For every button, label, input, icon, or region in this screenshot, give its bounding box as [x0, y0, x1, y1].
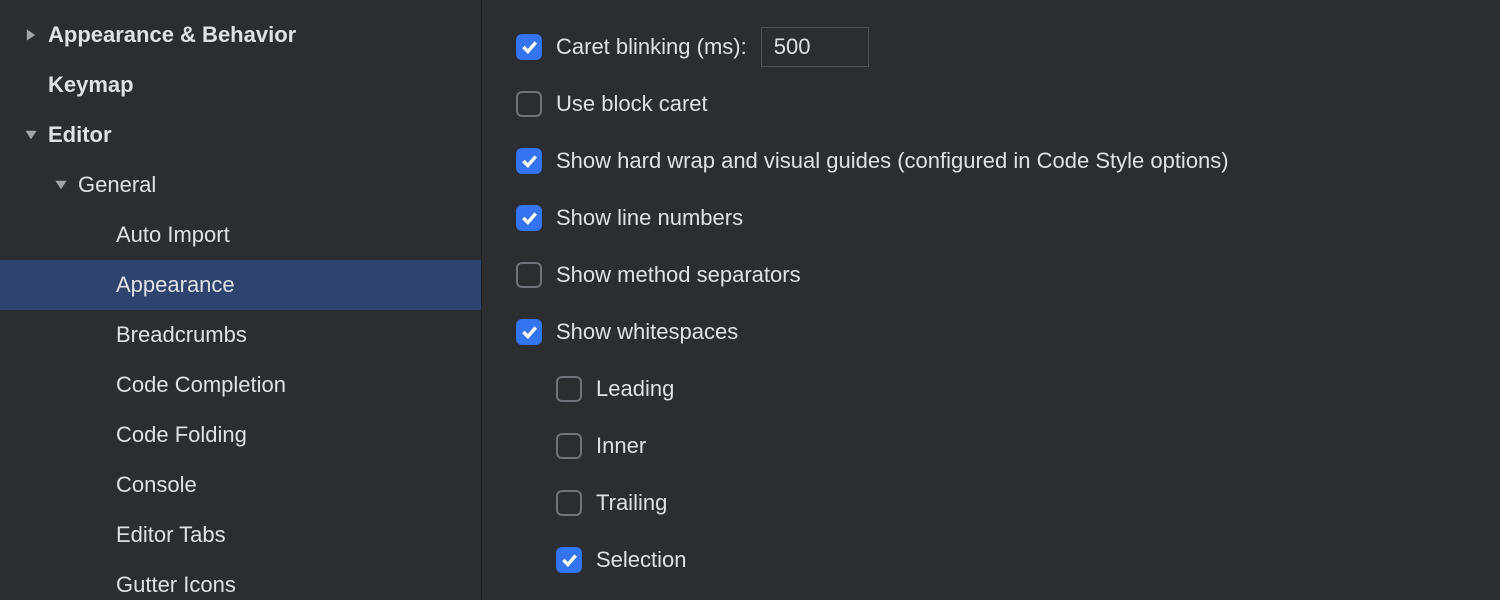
checkbox-show-line-numbers[interactable]	[516, 205, 542, 231]
option-ws-trailing: Trailing	[516, 474, 1470, 531]
option-show-hard-wrap: Show hard wrap and visual guides (config…	[516, 132, 1470, 189]
tree-label: Console	[112, 472, 197, 498]
chevron-right-icon	[18, 28, 44, 42]
checkbox-show-whitespaces[interactable]	[516, 319, 542, 345]
tree-label: Keymap	[44, 72, 134, 98]
chevron-down-icon	[18, 128, 44, 142]
tree-item-appearance-behavior[interactable]: Appearance & Behavior	[0, 10, 481, 60]
caret-blinking-input[interactable]	[761, 27, 869, 67]
option-show-method-separators: Show method separators	[516, 246, 1470, 303]
tree-label: Editor Tabs	[112, 522, 226, 548]
tree-label: Appearance & Behavior	[44, 22, 296, 48]
tree-label: Code Completion	[112, 372, 286, 398]
tree-label: General	[74, 172, 156, 198]
tree-label: Breadcrumbs	[112, 322, 247, 348]
tree-item-general[interactable]: General	[0, 160, 481, 210]
settings-content: Caret blinking (ms): Use block caret Sho…	[482, 0, 1500, 600]
chevron-down-icon	[48, 178, 74, 192]
tree-label: Gutter Icons	[112, 572, 236, 598]
tree-label: Auto Import	[112, 222, 230, 248]
option-label: Show whitespaces	[556, 319, 738, 345]
checkbox-ws-leading[interactable]	[556, 376, 582, 402]
tree-item-console[interactable]: Console	[0, 460, 481, 510]
checkbox-ws-inner[interactable]	[556, 433, 582, 459]
checkbox-show-hard-wrap[interactable]	[516, 148, 542, 174]
checkbox-use-block-caret[interactable]	[516, 91, 542, 117]
tree-item-auto-import[interactable]: Auto Import	[0, 210, 481, 260]
tree-item-breadcrumbs[interactable]: Breadcrumbs	[0, 310, 481, 360]
option-label: Trailing	[596, 490, 667, 516]
option-show-whitespaces: Show whitespaces	[516, 303, 1470, 360]
option-label: Show method separators	[556, 262, 801, 288]
option-label: Caret blinking (ms):	[556, 34, 747, 60]
option-label: Show hard wrap and visual guides (config…	[556, 148, 1229, 174]
settings-tree: Appearance & Behavior Keymap Editor Gene…	[0, 0, 482, 600]
tree-item-code-completion[interactable]: Code Completion	[0, 360, 481, 410]
option-label: Selection	[596, 547, 687, 573]
tree-label: Code Folding	[112, 422, 247, 448]
tree-item-keymap[interactable]: Keymap	[0, 60, 481, 110]
option-ws-selection: Selection	[516, 531, 1470, 588]
option-label: Show line numbers	[556, 205, 743, 231]
option-show-line-numbers: Show line numbers	[516, 189, 1470, 246]
tree-label: Editor	[44, 122, 112, 148]
checkbox-ws-trailing[interactable]	[556, 490, 582, 516]
tree-item-appearance[interactable]: Appearance	[0, 260, 481, 310]
tree-item-gutter-icons[interactable]: Gutter Icons	[0, 560, 481, 600]
tree-item-code-folding[interactable]: Code Folding	[0, 410, 481, 460]
option-label: Inner	[596, 433, 646, 459]
option-label: Leading	[596, 376, 674, 402]
option-caret-blinking: Caret blinking (ms):	[516, 18, 1470, 75]
tree-item-editor[interactable]: Editor	[0, 110, 481, 160]
checkbox-show-method-separators[interactable]	[516, 262, 542, 288]
tree-label: Appearance	[112, 272, 235, 298]
option-use-block-caret: Use block caret	[516, 75, 1470, 132]
option-ws-leading: Leading	[516, 360, 1470, 417]
tree-item-editor-tabs[interactable]: Editor Tabs	[0, 510, 481, 560]
checkbox-caret-blinking[interactable]	[516, 34, 542, 60]
option-ws-inner: Inner	[516, 417, 1470, 474]
option-label: Use block caret	[556, 91, 708, 117]
checkbox-ws-selection[interactable]	[556, 547, 582, 573]
